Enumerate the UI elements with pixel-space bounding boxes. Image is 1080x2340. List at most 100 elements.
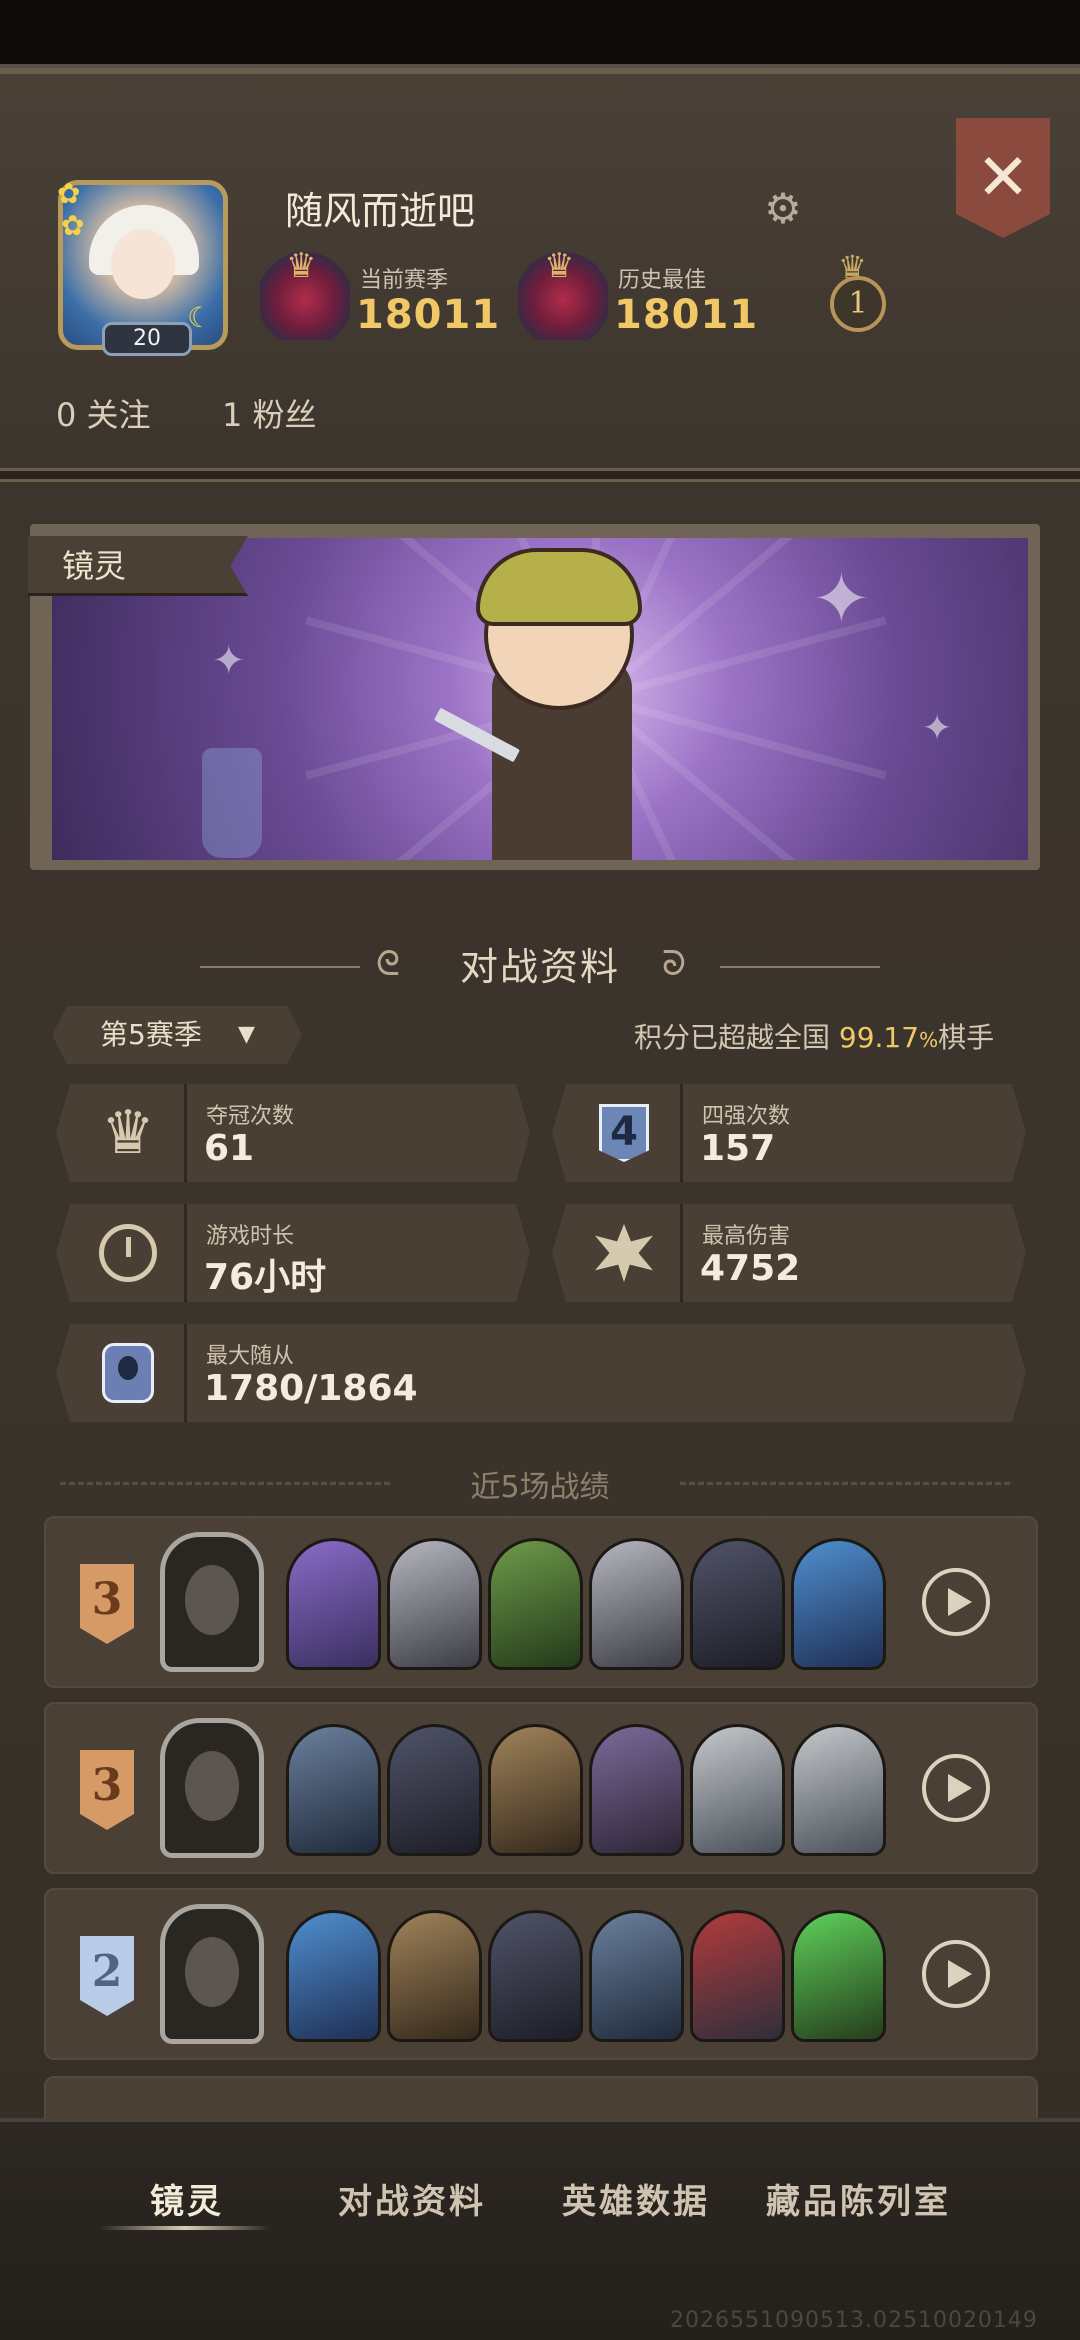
following-count[interactable]: 0 关注 <box>56 390 151 436</box>
level-badge: 20 <box>102 322 192 356</box>
hero-portrait[interactable] <box>160 1904 264 2044</box>
stat-value: 4752 <box>700 1248 801 1289</box>
close-button[interactable]: ✕ <box>956 118 1050 238</box>
minion-card[interactable] <box>690 1538 785 1670</box>
placement-badge: 2 <box>80 1936 134 2016</box>
match-card[interactable]: 3 <box>44 1702 1038 1874</box>
stat-max-minion: 最大随从 1780/1864 <box>56 1324 1026 1422</box>
clock-icon <box>99 1224 157 1282</box>
minion-lineup <box>286 1724 886 1856</box>
minion-card[interactable] <box>387 1538 482 1670</box>
minion-card[interactable] <box>488 1724 583 1856</box>
percentile-prefix: 积分已超越全国 <box>634 1021 839 1054</box>
flower-icon: ✿ <box>57 177 81 210</box>
top4-icon: 4 <box>599 1104 649 1162</box>
damage-burst-icon <box>595 1224 653 1282</box>
minion-card[interactable] <box>589 1538 684 1670</box>
tab-mirror-spirit[interactable]: 镜灵 <box>150 2174 224 2223</box>
replay-play-icon[interactable] <box>922 1754 990 1822</box>
crown-medal[interactable]: ♛ 1 <box>826 248 890 332</box>
placement-badge: 3 <box>80 1564 134 1644</box>
history-best-score: 18011 <box>614 292 759 338</box>
minion-card[interactable] <box>488 1910 583 2042</box>
title-line-right <box>720 966 880 968</box>
minion-card[interactable] <box>286 1538 381 1670</box>
placement-badge: 3 <box>80 1750 134 1830</box>
stat-value: 157 <box>700 1128 776 1169</box>
minion-icon <box>102 1343 154 1403</box>
minion-card[interactable] <box>690 1910 785 2042</box>
hero-hair <box>476 548 642 626</box>
username: 随风而逝吧 <box>285 189 476 233</box>
tab-hero-data[interactable]: 英雄数据 <box>562 2174 710 2223</box>
rank-emblem-icon <box>260 246 350 340</box>
minion-card[interactable] <box>286 1910 381 2042</box>
stat-value: 61 <box>204 1128 255 1169</box>
minion-icon-wrap <box>84 1334 172 1412</box>
rank-emblem-icon <box>518 246 608 340</box>
stat-separator <box>184 1324 187 1422</box>
active-tab-indicator <box>100 2226 270 2230</box>
swirl-icon: ᘐ <box>662 944 686 984</box>
minion-card[interactable] <box>286 1724 381 1856</box>
minion-card[interactable] <box>589 1724 684 1856</box>
stat-label: 最大随从 <box>206 1344 295 1369</box>
minion-card[interactable] <box>690 1724 785 1856</box>
tab-battle-data[interactable]: 对战资料 <box>338 2174 486 2223</box>
match-card[interactable]: 2 <box>44 1888 1038 2060</box>
close-icon: ✕ <box>976 141 1030 215</box>
minion-card[interactable] <box>791 1538 886 1670</box>
banner-tag: 镜灵 <box>28 536 248 596</box>
percentile-unit: % <box>919 1028 939 1052</box>
percentile-text: 积分已超越全国 99.17%棋手 <box>634 1016 994 1056</box>
stat-label: 游戏时长 <box>206 1224 295 1249</box>
crown-icon-wrap: ♛ <box>84 1094 172 1172</box>
minion-card[interactable] <box>589 1910 684 2042</box>
top-status-bar <box>0 0 1080 70</box>
stat-separator <box>680 1084 683 1182</box>
chevron-down-icon: ▼ <box>238 1022 255 1047</box>
dashed-line-right <box>680 1482 1010 1485</box>
banner-tag-label: 镜灵 <box>62 547 127 585</box>
stat-separator <box>184 1204 187 1302</box>
bottle-decoration <box>202 748 262 858</box>
stat-top4: 4 四强次数 157 <box>552 1084 1026 1182</box>
minion-card[interactable] <box>387 1724 482 1856</box>
season-selector[interactable]: 第5赛季 ▼ <box>52 1006 302 1064</box>
minion-card[interactable] <box>791 1910 886 2042</box>
match-card[interactable]: 3 <box>44 1516 1038 1688</box>
hero-portrait[interactable] <box>160 1532 264 1672</box>
gear-icon[interactable]: ⚙ <box>760 186 806 232</box>
stat-separator <box>680 1204 683 1302</box>
sparkle-icon: ✦ <box>212 638 246 684</box>
season-label: 第5赛季 <box>100 1018 202 1051</box>
current-season-score: 18011 <box>356 292 501 338</box>
replay-play-icon[interactable] <box>922 1568 990 1636</box>
minion-card[interactable] <box>791 1724 886 1856</box>
percentile-value: 99.17 <box>838 1021 920 1054</box>
hero-portrait[interactable] <box>160 1718 264 1858</box>
stat-label: 夺冠次数 <box>206 1104 295 1129</box>
stat-value: 1780/1864 <box>204 1368 418 1409</box>
followers-count[interactable]: 1 粉丝 <box>222 390 317 436</box>
percentile-suffix: 棋手 <box>938 1021 995 1054</box>
top4-icon-wrap: 4 <box>580 1094 668 1172</box>
stat-championships: ♛ 夺冠次数 61 <box>56 1084 530 1182</box>
flower-icon: ✿ <box>61 209 85 242</box>
history-best-label: 历史最佳 <box>618 268 707 293</box>
minion-card[interactable] <box>387 1910 482 2042</box>
clock-icon-wrap <box>84 1214 172 1292</box>
minion-lineup <box>286 1910 886 2042</box>
stat-max-damage: 最高伤害 4752 <box>552 1204 1026 1302</box>
build-id: 2026551090513.02510020149 <box>670 2308 1038 2333</box>
damage-icon-wrap <box>580 1214 668 1292</box>
stat-label: 最高伤害 <box>702 1224 791 1249</box>
current-season-label: 当前赛季 <box>360 268 449 293</box>
replay-play-icon[interactable] <box>922 1940 990 2008</box>
tab-collection-room[interactable]: 藏品陈列室 <box>766 2174 951 2223</box>
sparkle-icon: ✦ <box>922 708 953 749</box>
minion-card[interactable] <box>488 1538 583 1670</box>
section-title: 对战资料 <box>459 945 620 989</box>
stat-label: 四强次数 <box>702 1104 791 1129</box>
minion-lineup <box>286 1538 886 1670</box>
